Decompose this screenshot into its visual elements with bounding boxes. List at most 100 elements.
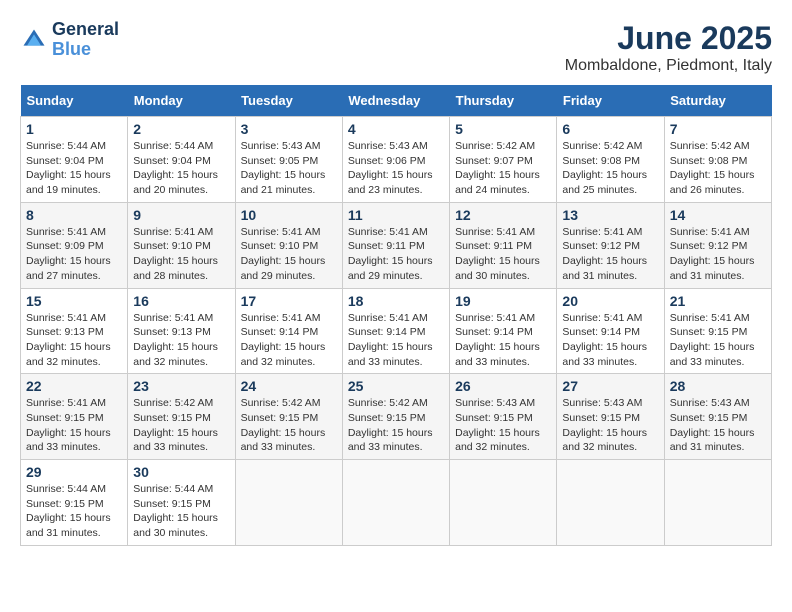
day-info: Sunrise: 5:43 AM Sunset: 9:15 PM Dayligh… (670, 396, 766, 455)
day-info: Sunrise: 5:44 AM Sunset: 9:04 PM Dayligh… (26, 139, 122, 198)
calendar-week-row: 15Sunrise: 5:41 AM Sunset: 9:13 PM Dayli… (21, 288, 772, 374)
calendar-cell: 2 Sunrise: 5:44 AM Sunset: 9:04 PM Daylig… (128, 117, 235, 203)
calendar-cell: 21Sunrise: 5:41 AM Sunset: 9:15 PM Dayli… (664, 288, 771, 374)
calendar-cell: 13 Sunrise: 5:41 AM Sunset: 9:12 PM Dayli… (557, 202, 664, 288)
day-info: Sunrise: 5:43 AM Sunset: 9:15 PM Dayligh… (455, 396, 551, 455)
header-monday: Monday (128, 85, 235, 117)
header-thursday: Thursday (450, 85, 557, 117)
day-number: 8 (26, 207, 122, 223)
day-number: 2 (133, 121, 229, 137)
calendar-week-row: 22 Sunrise: 5:41 AM Sunset: 9:15 PM Dayli… (21, 374, 772, 460)
day-number: 30 (133, 464, 229, 480)
calendar-cell: 6Sunrise: 5:42 AM Sunset: 9:08 PM Daylig… (557, 117, 664, 203)
header-tuesday: Tuesday (235, 85, 342, 117)
calendar-cell: 4 Sunrise: 5:43 AM Sunset: 9:06 PM Daylig… (342, 117, 449, 203)
day-info: Sunrise: 5:42 AM Sunset: 9:08 PM Dayligh… (670, 139, 766, 198)
day-info: Sunrise: 5:41 AM Sunset: 9:11 PM Dayligh… (455, 225, 551, 284)
calendar-cell: 22 Sunrise: 5:41 AM Sunset: 9:15 PM Dayli… (21, 374, 128, 460)
day-info: Sunrise: 5:41 AM Sunset: 9:11 PM Dayligh… (348, 225, 444, 284)
calendar-cell: 16 Sunrise: 5:41 AM Sunset: 9:13 PM Dayli… (128, 288, 235, 374)
logo-icon (20, 26, 48, 54)
calendar-cell: 19 Sunrise: 5:41 AM Sunset: 9:14 PM Dayli… (450, 288, 557, 374)
day-number: 26 (455, 378, 551, 394)
calendar-cell: 30 Sunrise: 5:44 AM Sunset: 9:15 PM Dayli… (128, 460, 235, 546)
day-info: Sunrise: 5:41 AM Sunset: 9:15 PM Dayligh… (670, 311, 766, 370)
day-info: Sunrise: 5:44 AM Sunset: 9:15 PM Dayligh… (133, 482, 229, 541)
logo: General Blue (20, 20, 119, 60)
day-info: Sunrise: 5:43 AM Sunset: 9:15 PM Dayligh… (562, 396, 658, 455)
day-number: 10 (241, 207, 337, 223)
day-info: Sunrise: 5:44 AM Sunset: 9:04 PM Dayligh… (133, 139, 229, 198)
calendar-cell: 11 Sunrise: 5:41 AM Sunset: 9:11 PM Dayli… (342, 202, 449, 288)
day-info: Sunrise: 5:42 AM Sunset: 9:15 PM Dayligh… (348, 396, 444, 455)
calendar-cell: 25 Sunrise: 5:42 AM Sunset: 9:15 PM Dayli… (342, 374, 449, 460)
day-number: 13 (562, 207, 658, 223)
calendar-cell: 28 Sunrise: 5:43 AM Sunset: 9:15 PM Dayli… (664, 374, 771, 460)
calendar-week-row: 1 Sunrise: 5:44 AM Sunset: 9:04 PM Daylig… (21, 117, 772, 203)
header-friday: Friday (557, 85, 664, 117)
day-number: 6 (562, 121, 658, 137)
location: Mombaldone, Piedmont, Italy (565, 57, 772, 75)
calendar-cell: 1 Sunrise: 5:44 AM Sunset: 9:04 PM Daylig… (21, 117, 128, 203)
day-number: 23 (133, 378, 229, 394)
day-info: Sunrise: 5:41 AM Sunset: 9:10 PM Dayligh… (241, 225, 337, 284)
calendar-cell: 29 Sunrise: 5:44 AM Sunset: 9:15 PM Dayli… (21, 460, 128, 546)
calendar-cell: 23 Sunrise: 5:42 AM Sunset: 9:15 PM Dayli… (128, 374, 235, 460)
day-number: 1 (26, 121, 122, 137)
calendar-header-row: SundayMondayTuesdayWednesdayThursdayFrid… (21, 85, 772, 117)
calendar-cell: 3Sunrise: 5:43 AM Sunset: 9:05 PM Daylig… (235, 117, 342, 203)
calendar-cell: 12 Sunrise: 5:41 AM Sunset: 9:11 PM Dayli… (450, 202, 557, 288)
day-number: 27 (562, 378, 658, 394)
day-info: Sunrise: 5:41 AM Sunset: 9:12 PM Dayligh… (562, 225, 658, 284)
day-info: Sunrise: 5:43 AM Sunset: 9:06 PM Dayligh… (348, 139, 444, 198)
day-number: 14 (670, 207, 766, 223)
day-info: Sunrise: 5:41 AM Sunset: 9:12 PM Dayligh… (670, 225, 766, 284)
day-info: Sunrise: 5:41 AM Sunset: 9:14 PM Dayligh… (455, 311, 551, 370)
day-number: 22 (26, 378, 122, 394)
day-info: Sunrise: 5:41 AM Sunset: 9:13 PM Dayligh… (133, 311, 229, 370)
day-number: 20 (562, 293, 658, 309)
title-area: June 2025 Mombaldone, Piedmont, Italy (565, 20, 772, 75)
day-info: Sunrise: 5:42 AM Sunset: 9:15 PM Dayligh… (133, 396, 229, 455)
calendar-cell: 24 Sunrise: 5:42 AM Sunset: 9:15 PM Dayli… (235, 374, 342, 460)
page-header: General Blue June 2025 Mombaldone, Piedm… (20, 20, 772, 75)
day-info: Sunrise: 5:41 AM Sunset: 9:14 PM Dayligh… (348, 311, 444, 370)
day-info: Sunrise: 5:41 AM Sunset: 9:14 PM Dayligh… (562, 311, 658, 370)
day-number: 24 (241, 378, 337, 394)
calendar-cell: 27 Sunrise: 5:43 AM Sunset: 9:15 PM Dayli… (557, 374, 664, 460)
day-number: 29 (26, 464, 122, 480)
day-number: 18 (348, 293, 444, 309)
calendar-week-row: 8Sunrise: 5:41 AM Sunset: 9:09 PM Daylig… (21, 202, 772, 288)
calendar-cell: 9Sunrise: 5:41 AM Sunset: 9:10 PM Daylig… (128, 202, 235, 288)
header-wednesday: Wednesday (342, 85, 449, 117)
day-info: Sunrise: 5:41 AM Sunset: 9:15 PM Dayligh… (26, 396, 122, 455)
day-number: 25 (348, 378, 444, 394)
day-number: 9 (133, 207, 229, 223)
calendar-cell (342, 460, 449, 546)
calendar-cell: 14 Sunrise: 5:41 AM Sunset: 9:12 PM Dayli… (664, 202, 771, 288)
day-number: 16 (133, 293, 229, 309)
calendar-cell: 20 Sunrise: 5:41 AM Sunset: 9:14 PM Dayli… (557, 288, 664, 374)
day-number: 7 (670, 121, 766, 137)
day-info: Sunrise: 5:42 AM Sunset: 9:15 PM Dayligh… (241, 396, 337, 455)
day-info: Sunrise: 5:42 AM Sunset: 9:07 PM Dayligh… (455, 139, 551, 198)
day-info: Sunrise: 5:44 AM Sunset: 9:15 PM Dayligh… (26, 482, 122, 541)
calendar-cell: 7 Sunrise: 5:42 AM Sunset: 9:08 PM Daylig… (664, 117, 771, 203)
calendar-cell (557, 460, 664, 546)
day-number: 12 (455, 207, 551, 223)
day-number: 4 (348, 121, 444, 137)
calendar-table: SundayMondayTuesdayWednesdayThursdayFrid… (20, 85, 772, 546)
day-number: 28 (670, 378, 766, 394)
calendar-cell: 17 Sunrise: 5:41 AM Sunset: 9:14 PM Dayli… (235, 288, 342, 374)
calendar-cell (664, 460, 771, 546)
day-number: 17 (241, 293, 337, 309)
calendar-cell: 8Sunrise: 5:41 AM Sunset: 9:09 PM Daylig… (21, 202, 128, 288)
day-number: 5 (455, 121, 551, 137)
day-info: Sunrise: 5:41 AM Sunset: 9:14 PM Dayligh… (241, 311, 337, 370)
calendar-cell: 26 Sunrise: 5:43 AM Sunset: 9:15 PM Dayli… (450, 374, 557, 460)
day-info: Sunrise: 5:43 AM Sunset: 9:05 PM Dayligh… (241, 139, 337, 198)
calendar-cell: 5 Sunrise: 5:42 AM Sunset: 9:07 PM Daylig… (450, 117, 557, 203)
day-number: 19 (455, 293, 551, 309)
day-number: 11 (348, 207, 444, 223)
calendar-week-row: 29 Sunrise: 5:44 AM Sunset: 9:15 PM Dayli… (21, 460, 772, 546)
